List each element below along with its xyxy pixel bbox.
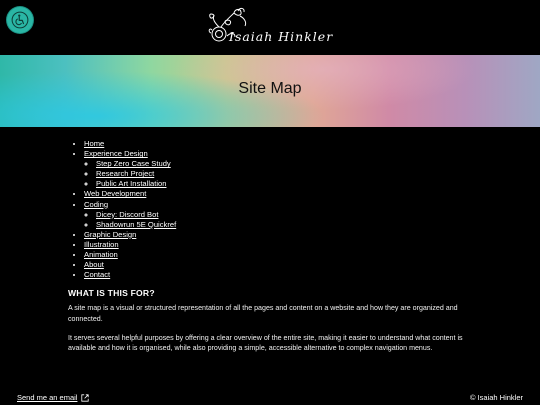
- sitemap-item-step-zero: Step Zero Case Study: [96, 159, 176, 169]
- sitemap-item-coding: Coding Dicey: Discord Bot Shadowrun 5E Q…: [84, 200, 176, 230]
- section-heading: WHAT IS THIS FOR?: [68, 288, 155, 298]
- sitemap-link-research-project[interactable]: Research Project: [96, 169, 154, 178]
- sitemap-link-contact[interactable]: Contact: [84, 270, 110, 279]
- sitemap-sublist-experience-design: Step Zero Case Study Research Project Pu…: [84, 159, 176, 189]
- site-logo[interactable]: Isaiah Hinkler: [205, 6, 340, 48]
- sitemap-link-dicey[interactable]: Dicey: Discord Bot: [96, 210, 158, 219]
- sitemap-link-about[interactable]: About: [84, 260, 104, 269]
- about-sitemap-section: WHAT IS THIS FOR? A site map is a visual…: [68, 288, 478, 362]
- sitemap-item-illustration: Illustration: [84, 240, 176, 250]
- sitemap-link-step-zero[interactable]: Step Zero Case Study: [96, 159, 171, 168]
- sitemap-item-web-development: Web Development: [84, 189, 176, 199]
- sitemap-link-experience-design[interactable]: Experience Design: [84, 149, 148, 158]
- accessibility-button[interactable]: [7, 7, 33, 33]
- sitemap-item-dicey: Dicey: Discord Bot: [96, 210, 176, 220]
- page-title: Site Map: [238, 80, 302, 97]
- sitemap-link-home[interactable]: Home: [84, 139, 104, 148]
- email-link-label: Send me an email: [17, 393, 78, 402]
- section-paragraph: It serves several helpful purposes by of…: [68, 333, 463, 353]
- sitemap-link-public-art[interactable]: Public Art Installation: [96, 179, 167, 188]
- sitemap-item-graphic-design: Graphic Design: [84, 230, 176, 240]
- sitemap-link-web-development[interactable]: Web Development: [84, 189, 146, 198]
- logo-text: Isaiah Hinkler: [229, 29, 334, 44]
- sitemap-link-graphic-design[interactable]: Graphic Design: [84, 230, 136, 239]
- site-map-list: Home Experience Design Step Zero Case St…: [72, 139, 176, 280]
- sitemap-item-research-project: Research Project: [96, 169, 176, 179]
- email-link[interactable]: Send me an email: [17, 393, 90, 402]
- sitemap-link-illustration[interactable]: Illustration: [84, 240, 119, 249]
- sitemap-link-coding[interactable]: Coding: [84, 200, 108, 209]
- sitemap-item-contact: Contact: [84, 270, 176, 280]
- wheelchair-icon: [11, 11, 29, 29]
- sitemap-item-public-art: Public Art Installation: [96, 179, 176, 189]
- sitemap-link-shadowrun[interactable]: Shadowrun 5E Quickref: [96, 220, 176, 229]
- sitemap-item-experience-design: Experience Design Step Zero Case Study R…: [84, 149, 176, 189]
- section-paragraph: A site map is a visual or structured rep…: [68, 304, 458, 323]
- sitemap-item-shadowrun: Shadowrun 5E Quickref: [96, 220, 176, 230]
- sitemap-item-animation: Animation: [84, 250, 176, 260]
- sitemap-link-animation[interactable]: Animation: [84, 250, 118, 259]
- sitemap-item-about: About: [84, 260, 176, 270]
- external-link-icon: [81, 393, 90, 402]
- sitemap-sublist-coding: Dicey: Discord Bot Shadowrun 5E Quickref: [84, 210, 176, 230]
- sitemap-item-home: Home: [84, 139, 176, 149]
- copyright-text: © Isaiah Hinkler: [469, 393, 523, 402]
